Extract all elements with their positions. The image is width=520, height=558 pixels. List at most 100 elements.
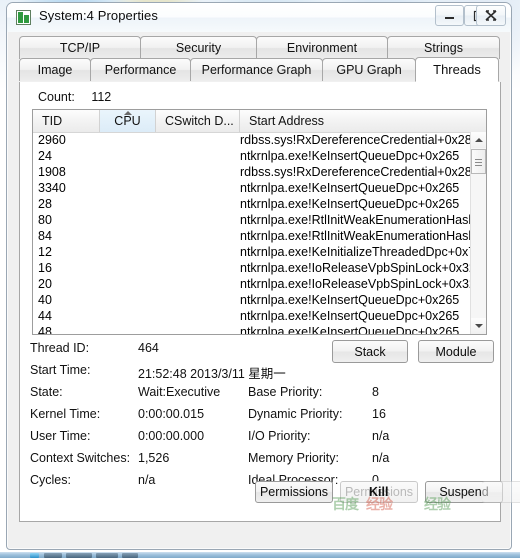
minimize-glyph [445, 17, 454, 19]
scroll-down-button[interactable] [471, 318, 486, 334]
column-header-cswitch[interactable]: CSwitch D... [156, 110, 240, 132]
detail-label: Base Priority: [248, 385, 323, 399]
cell-tid: 24 [38, 149, 52, 163]
tab-tcpip[interactable]: TCP/IP [19, 36, 141, 59]
threads-tab-page: Count: 112 TID CPU CSwitch D... Start Ad… [19, 82, 520, 522]
tab-label: Threads [433, 62, 481, 77]
close-button[interactable] [476, 5, 506, 26]
title-bar: System:4 Properties [7, 3, 511, 32]
cell-start-address: ntkrnlpa.exe!KeInsertQueueDpc+0x265 [240, 149, 460, 163]
tab-environment[interactable]: Environment [256, 36, 388, 59]
stack-button[interactable]: Stack [332, 340, 408, 363]
cell-tid: 3340 [38, 181, 66, 195]
taskbar-text [122, 553, 138, 558]
ghost-artifact-button [482, 481, 520, 503]
table-row[interactable]: 84 ntkrnlpa.exe!RtlInitWeakEnumerationHas… [33, 228, 471, 244]
tab-strings[interactable]: Strings [387, 36, 500, 59]
cell-start-address: ntkrnlpa.exe!RtlInitWeakEnumerationHashT… [240, 213, 471, 227]
column-label: CSwitch D... [165, 114, 234, 128]
table-row[interactable]: 12 ntkrnlpa.exe!KeInitializeThreadedDpc+0… [33, 244, 471, 260]
sort-ascending-icon [123, 111, 132, 115]
detail-value: 16 [372, 407, 386, 421]
table-row[interactable]: 80 ntkrnlpa.exe!RtlInitWeakEnumerationHas… [33, 212, 471, 228]
detail-value: Wait:Executive [138, 385, 221, 399]
table-row[interactable]: 3340 ntkrnlpa.exe!KeInsertQueueDpc+0x265 [33, 180, 471, 196]
detail-value: 21:52:48 2013/3/11 星期一 [138, 367, 286, 381]
table-row[interactable]: 44 ntkrnlpa.exe!KeInsertQueueDpc+0x265 [33, 308, 471, 324]
module-button[interactable]: Module [418, 340, 494, 363]
tab-label: Security [175, 41, 222, 55]
detail-label: I/O Priority: [248, 429, 311, 443]
permissions-button[interactable]: Permissions [255, 481, 333, 503]
cell-start-address: ntkrnlpa.exe!KeInitializeThreadedDpc+0x7… [240, 245, 471, 259]
taskbar-text [96, 553, 118, 558]
thread-count-value: 112 [91, 90, 112, 104]
column-label: CPU [114, 114, 141, 128]
tab-security[interactable]: Security [140, 36, 257, 59]
grip-line [475, 159, 482, 160]
scrollbar-thumb[interactable] [471, 149, 486, 174]
detail-value: n/a [372, 451, 390, 465]
column-label: TID [42, 114, 63, 128]
tab-label: Performance [104, 63, 177, 77]
tab-image[interactable]: Image [19, 58, 91, 81]
table-row[interactable]: 2960 rdbss.sys!RxDereferenceCredential+0x… [33, 132, 471, 148]
close-icon [477, 6, 505, 25]
detail-value: 8 [372, 385, 379, 399]
cell-start-address: ntkrnlpa.exe!KeInsertQueueDpc+0x265 [240, 293, 460, 307]
cell-start-address: ntkrnlpa.exe!KeInsertQueueDpc+0x265 [240, 309, 460, 323]
button-label: Stack [354, 344, 386, 359]
tab-row-lower: Image Performance Performance Graph GPU … [19, 57, 501, 82]
cell-tid: 20 [38, 277, 52, 291]
table-row[interactable]: 28 ntkrnlpa.exe!KeInsertQueueDpc+0x265 [33, 196, 471, 212]
chevron-up-icon [474, 138, 483, 142]
listview-scrollbar[interactable] [470, 132, 486, 334]
tab-gpu-graph[interactable]: GPU Graph [322, 58, 416, 81]
column-header-start-address[interactable]: Start Address [240, 110, 472, 132]
grip-line [475, 165, 482, 166]
detail-value: 0:00:00.000 [138, 429, 205, 443]
properties-window: System:4 Properties TCP/IP Security Envi… [6, 2, 520, 550]
taskbar-icon [30, 553, 39, 558]
cell-tid: 40 [38, 293, 52, 307]
tab-performance-graph[interactable]: Performance Graph [190, 58, 323, 81]
table-row[interactable]: 40 ntkrnlpa.exe!KeInsertQueueDpc+0x265 [33, 292, 471, 308]
table-row[interactable]: 16 ntkrnlpa.exe!IoReleaseVpbSpinLock+0x32… [33, 260, 471, 276]
table-row[interactable]: 48 ntkrnlpa.exe!KeInsertQueueDpc+0x265 [33, 324, 471, 335]
process-explorer-icon [16, 10, 31, 25]
kill-button[interactable]: Permissions Kill [340, 481, 418, 503]
cell-start-address: ntkrnlpa.exe!KeInsertQueueDpc+0x265 [240, 325, 460, 335]
tab-label: GPU Graph [336, 63, 402, 77]
tab-threads[interactable]: Threads [415, 57, 499, 82]
taskbar-text [66, 553, 92, 558]
threads-listview[interactable]: TID CPU CSwitch D... Start Address 2960 r… [32, 109, 487, 335]
cell-tid: 84 [38, 229, 52, 243]
detail-label: Dynamic Priority: [248, 407, 343, 421]
scroll-up-button[interactable] [471, 132, 486, 148]
cell-start-address: ntkrnlpa.exe!IoReleaseVpbSpinLock+0x32c [240, 277, 471, 291]
cell-start-address: ntkrnlpa.exe!KeInsertQueueDpc+0x265 [240, 181, 460, 195]
detail-label: User Time: [30, 429, 91, 443]
detail-value: 0:00:00.015 [138, 407, 205, 421]
minimize-button[interactable] [435, 5, 464, 26]
cell-tid: 48 [38, 325, 52, 335]
cell-tid: 16 [38, 261, 52, 275]
taskbar-text [44, 553, 62, 558]
table-row[interactable]: 24 ntkrnlpa.exe!KeInsertQueueDpc+0x265 [33, 148, 471, 164]
table-row[interactable]: 20 ntkrnlpa.exe!IoReleaseVpbSpinLock+0x32… [33, 276, 471, 292]
tab-performance[interactable]: Performance [90, 58, 191, 81]
detail-value: 464 [138, 341, 159, 355]
button-label: Kill [369, 485, 389, 499]
tab-label: Performance Graph [201, 63, 312, 77]
detail-value: n/a [138, 473, 156, 487]
cell-tid: 28 [38, 197, 52, 211]
taskbar-sliver [0, 552, 520, 558]
cell-start-address: ntkrnlpa.exe!RtlInitWeakEnumerationHashT… [240, 229, 471, 243]
column-header-cpu[interactable]: CPU [100, 110, 156, 132]
table-row[interactable]: 1908 rdbss.sys!RxDereferenceCredential+0x… [33, 164, 471, 180]
cell-start-address: ntkrnlpa.exe!IoReleaseVpbSpinLock+0x32c [240, 261, 471, 275]
detail-label: Start Time: [30, 363, 91, 377]
cell-tid: 44 [38, 309, 52, 323]
column-header-tid[interactable]: TID [33, 110, 100, 132]
cell-start-address: rdbss.sys!RxDereferenceCredential+0x28 [240, 165, 471, 179]
